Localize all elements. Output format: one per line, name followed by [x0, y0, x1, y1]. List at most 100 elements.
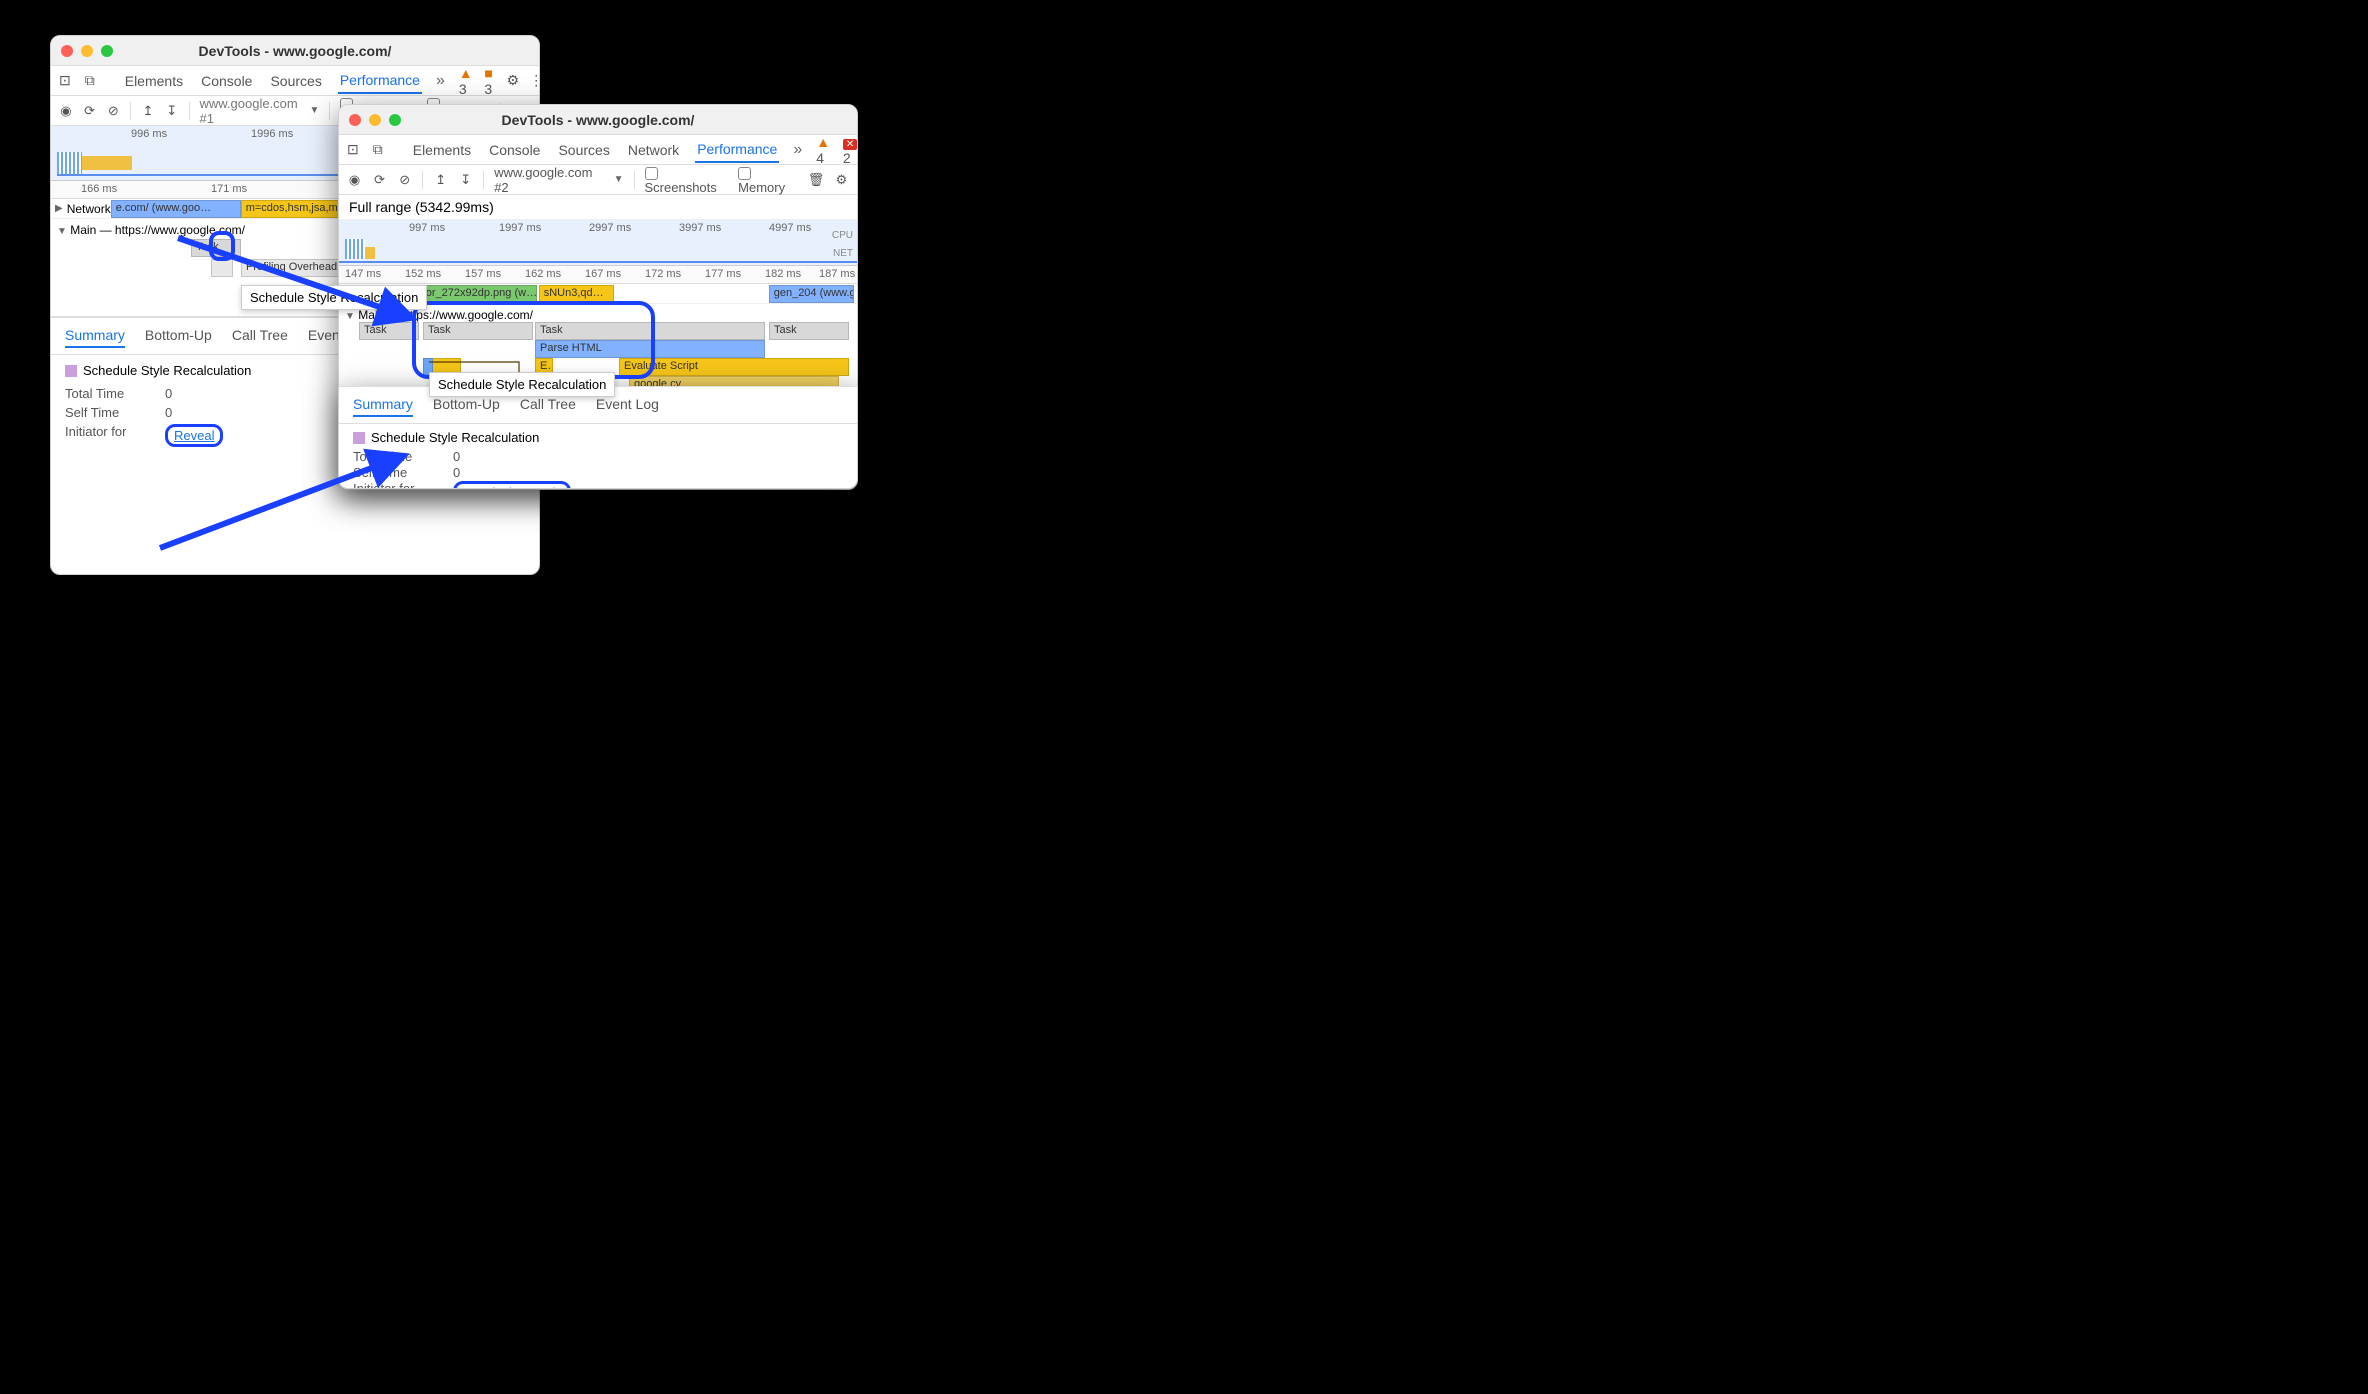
settings-gear-icon[interactable]: ⚙	[834, 172, 849, 188]
memory-option[interactable]: Memory	[738, 164, 798, 194]
window-title: DevTools - www.google.com/	[339, 112, 857, 128]
reveal-link[interactable]: Reveal	[174, 428, 214, 443]
time-ruler[interactable]: 147 ms 152 ms 157 ms 162 ms 167 ms 172 m…	[339, 266, 857, 284]
kebab-icon[interactable]: ⋮	[529, 73, 540, 89]
tab-console[interactable]: Console	[199, 69, 254, 93]
top-tabs: ⊡ ⧉ Elements Console Sources Network Per…	[339, 135, 857, 165]
ruler-tick: 157 ms	[465, 268, 501, 280]
main-label: Main — https://www.google.com/	[70, 223, 245, 237]
tab-network[interactable]: Network	[626, 138, 681, 162]
warnings-badge[interactable]: ▲ 4	[816, 134, 833, 166]
flame-eval-script[interactable]: Evaluate Script	[619, 358, 849, 376]
tab-sources[interactable]: Sources	[268, 69, 323, 93]
issues-badge[interactable]: ■ 3	[484, 65, 496, 97]
download-icon[interactable]: ↧	[165, 103, 179, 119]
tab-elements[interactable]: Elements	[123, 69, 185, 93]
screenshots-option[interactable]: Screenshots	[645, 164, 729, 194]
flame-entry[interactable]	[211, 259, 233, 277]
titlebar: DevTools - www.google.com/	[339, 105, 857, 135]
zoom-icon[interactable]	[389, 114, 401, 126]
minimap-tick: 3997 ms	[679, 222, 721, 234]
minimap-tick: 1997 ms	[499, 222, 541, 234]
ruler-tick: 167 ms	[585, 268, 621, 280]
zoom-icon[interactable]	[101, 45, 113, 57]
minimap-tick: 997 ms	[409, 222, 445, 234]
titlebar: DevTools - www.google.com/	[51, 36, 539, 66]
flame-tooltip: Schedule Style Recalculation	[429, 372, 615, 397]
chevron-down-icon[interactable]: ▼	[614, 174, 624, 185]
cpu-label: CPU	[832, 230, 853, 241]
minimap-tick: 2997 ms	[589, 222, 631, 234]
network-entry[interactable]: e.com/ (www.goo…	[111, 200, 241, 218]
main-label: Main — https://www.google.com/	[358, 308, 533, 322]
tab-performance[interactable]: Performance	[695, 137, 779, 163]
chevron-down-icon[interactable]: ▼	[57, 226, 67, 237]
flame-task[interactable]: Task	[535, 322, 765, 340]
flame-task[interactable]: Task	[769, 322, 849, 340]
minimize-icon[interactable]	[81, 45, 93, 57]
traffic-lights	[61, 45, 113, 57]
self-time-label: Self Time	[353, 465, 433, 480]
record-icon[interactable]: ◉	[59, 103, 73, 119]
minimap-tick: 1996 ms	[251, 128, 293, 140]
self-time-value: 0	[165, 405, 172, 420]
clear-icon[interactable]: ⊘	[397, 172, 412, 188]
upload-icon[interactable]: ↥	[141, 103, 155, 119]
self-time-label: Self Time	[65, 405, 145, 420]
close-icon[interactable]	[61, 45, 73, 57]
chevron-right-icon[interactable]: ▶	[51, 203, 67, 214]
more-tabs-icon[interactable]: »	[436, 72, 445, 90]
traffic-lights	[349, 114, 401, 126]
recording-select[interactable]: www.google.com #2	[494, 165, 603, 195]
flame-tooltip: Schedule Style Recalculation	[241, 285, 427, 310]
tab-performance[interactable]: Performance	[338, 68, 422, 94]
warnings-badge[interactable]: ▲ 3	[459, 65, 475, 97]
top-tabs: ⊡ ⧉ Elements Console Sources Performance…	[51, 66, 539, 96]
ruler-tick: 187 ms	[819, 268, 855, 280]
tab-calltree[interactable]: Call Tree	[232, 324, 288, 348]
network-entry[interactable]: gen_204 (www.g	[769, 285, 854, 303]
inspect-icon[interactable]: ⊡	[347, 142, 359, 158]
minimize-icon[interactable]	[369, 114, 381, 126]
flame-task[interactable]: Task	[191, 239, 241, 257]
chevron-down-icon[interactable]: ▼	[345, 311, 355, 322]
tab-summary[interactable]: Summary	[65, 324, 125, 348]
device-icon[interactable]: ⧉	[85, 73, 95, 89]
ruler-tick: 162 ms	[525, 268, 561, 280]
flame-task[interactable]: Task	[423, 322, 533, 340]
gear-icon[interactable]: ⚙	[507, 73, 520, 89]
tab-elements[interactable]: Elements	[411, 138, 473, 162]
reload-icon[interactable]: ⟳	[83, 103, 97, 119]
tab-bottomup[interactable]: Bottom-Up	[145, 324, 212, 348]
highlight-ring: Recalculate Style	[453, 481, 571, 489]
chevron-down-icon[interactable]: ▼	[309, 105, 319, 116]
flame-task[interactable]: Task	[359, 322, 419, 340]
device-icon[interactable]: ⧉	[373, 142, 383, 158]
record-icon[interactable]: ◉	[347, 172, 362, 188]
recalculate-style-link[interactable]: Recalculate Style	[462, 485, 562, 489]
overview-minimap[interactable]: 997 ms 1997 ms 2997 ms 3997 ms 4997 ms C…	[339, 220, 857, 266]
window-title: DevTools - www.google.com/	[51, 43, 539, 59]
tab-summary[interactable]: Summary	[353, 393, 413, 417]
more-tabs-icon[interactable]: »	[793, 141, 802, 159]
reload-icon[interactable]: ⟳	[372, 172, 387, 188]
clear-icon[interactable]: ⊘	[107, 103, 121, 119]
close-icon[interactable]	[349, 114, 361, 126]
upload-icon[interactable]: ↥	[433, 172, 448, 188]
network-entry[interactable]: sNUn3,qd…	[539, 285, 614, 303]
download-icon[interactable]: ↧	[458, 172, 473, 188]
range-label: Full range (5342.99ms)	[339, 195, 857, 220]
gc-icon[interactable]: 🗑	[808, 172, 824, 188]
ruler-tick: 171 ms	[211, 183, 247, 195]
initiator-label: Initiator for	[353, 481, 433, 489]
network-label: Network	[67, 202, 111, 216]
errors-badge[interactable]: ✕ 2	[843, 134, 858, 166]
perf-toolbar: ◉ ⟳ ⊘ ↥ ↧ www.google.com #2 ▼ Screenshot…	[339, 165, 857, 195]
flame-parse-html[interactable]: Parse HTML	[535, 340, 765, 358]
color-swatch	[353, 432, 365, 444]
inspect-icon[interactable]: ⊡	[59, 73, 71, 89]
tab-sources[interactable]: Sources	[556, 138, 611, 162]
recording-select[interactable]: www.google.com #1	[199, 96, 299, 126]
highlight-ring: Reveal	[165, 424, 223, 447]
tab-console[interactable]: Console	[487, 138, 542, 162]
